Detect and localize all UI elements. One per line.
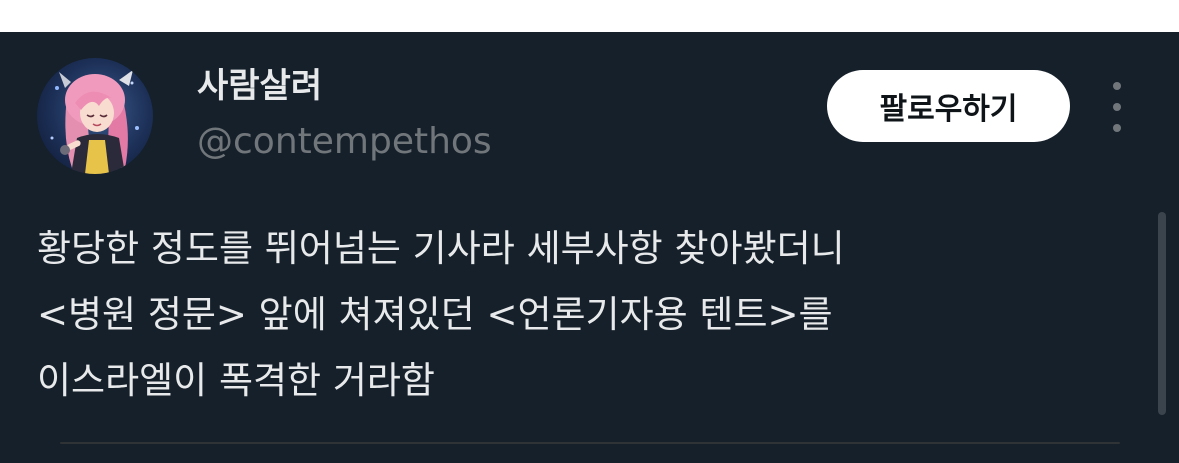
page: 사람살려 @contempethos 팔로우하기 황당한 정도를 뛰어넘는 기사… xyxy=(0,0,1179,463)
anime-character-avatar-icon xyxy=(50,70,139,174)
more-options-icon[interactable] xyxy=(1102,82,1132,132)
user-handle[interactable]: @contempethos xyxy=(197,118,492,166)
avatar[interactable] xyxy=(37,58,153,174)
divider xyxy=(60,442,1120,444)
dot xyxy=(1113,124,1121,132)
tweet-line: 이스라엘이 폭격한 거라함 xyxy=(37,359,435,402)
tweet-line: 황당한 정도를 뛰어넘는 기사라 세부사항 찾아봤더니 xyxy=(37,227,845,270)
display-name[interactable]: 사람살려 xyxy=(197,64,322,108)
scrollbar[interactable] xyxy=(1158,212,1166,415)
follow-button[interactable]: 팔로우하기 xyxy=(827,70,1070,142)
dot xyxy=(1113,103,1121,111)
tweet-card: 사람살려 @contempethos 팔로우하기 황당한 정도를 뛰어넘는 기사… xyxy=(0,32,1179,463)
tweet-text: 황당한 정도를 뛰어넘는 기사라 세부사항 찾아봤더니 <병원 정문> 앞에 쳐… xyxy=(37,216,1117,414)
dot xyxy=(1113,82,1121,90)
tweet-line: <병원 정문> 앞에 쳐져있던 <언론기자용 텐트>를 xyxy=(37,293,833,336)
